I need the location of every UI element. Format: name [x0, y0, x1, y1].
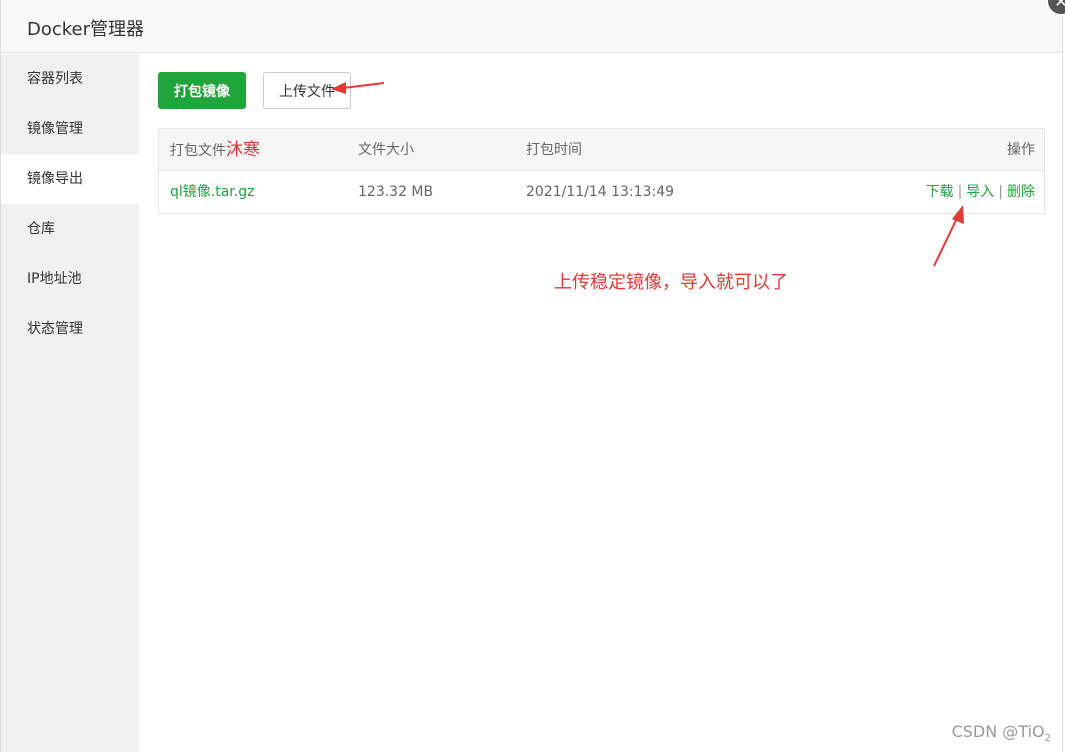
- header-annotation: 沐寒: [226, 140, 260, 160]
- table-row: ql镜像.tar.gz 123.32 MB 2021/11/14 13:13:4…: [159, 171, 1044, 213]
- titlebar: Docker管理器: [1, 0, 1062, 53]
- sidebar-item-containers[interactable]: 容器列表: [1, 54, 139, 104]
- row-actions: 下载 | 导入 | 删除: [926, 171, 1035, 213]
- sidebar-item-repository[interactable]: 仓库: [1, 204, 139, 254]
- sidebar-item-image-export[interactable]: 镜像导出: [1, 154, 139, 204]
- main-panel: 打包镜像 上传文件 打包文件沐寒 文件大小 打包时间 操作 ql镜像.tar.g…: [139, 54, 1062, 752]
- sidebar: 容器列表 镜像管理 镜像导出 仓库 IP地址池 状态管理: [1, 54, 139, 752]
- watermark: CSDN @TiO2: [951, 721, 1051, 744]
- upload-file-button[interactable]: 上传文件: [263, 72, 351, 109]
- row-file-size: 123.32 MB: [358, 184, 434, 200]
- download-link[interactable]: 下载: [926, 184, 954, 200]
- row-pack-time: 2021/11/14 13:13:49: [526, 184, 675, 200]
- annotation-text: 上传稳定镜像，导入就可以了: [554, 272, 788, 293]
- row-file-name[interactable]: ql镜像.tar.gz: [170, 171, 254, 213]
- table-header: 打包文件沐寒 文件大小 打包时间 操作: [159, 129, 1044, 171]
- separator: |: [957, 184, 963, 200]
- header-size: 文件大小: [358, 142, 414, 158]
- import-link[interactable]: 导入: [966, 184, 994, 200]
- header-time: 打包时间: [526, 142, 582, 158]
- separator: |: [998, 184, 1003, 200]
- pack-image-button[interactable]: 打包镜像: [158, 72, 246, 109]
- sidebar-item-ip-pool[interactable]: IP地址池: [1, 254, 139, 304]
- sidebar-item-images[interactable]: 镜像管理: [1, 104, 139, 154]
- docker-manager-window: Docker管理器 容器列表 镜像管理 镜像导出 仓库 IP地址池 状态管理 打…: [0, 0, 1065, 752]
- header-actions: 操作: [1007, 142, 1035, 158]
- sidebar-item-status[interactable]: 状态管理: [1, 304, 139, 354]
- window-title: Docker管理器: [27, 19, 145, 40]
- export-table: 打包文件沐寒 文件大小 打包时间 操作 ql镜像.tar.gz 123.32 M…: [158, 128, 1045, 214]
- delete-link[interactable]: 删除: [1007, 184, 1035, 200]
- header-file: 打包文件沐寒: [170, 140, 260, 160]
